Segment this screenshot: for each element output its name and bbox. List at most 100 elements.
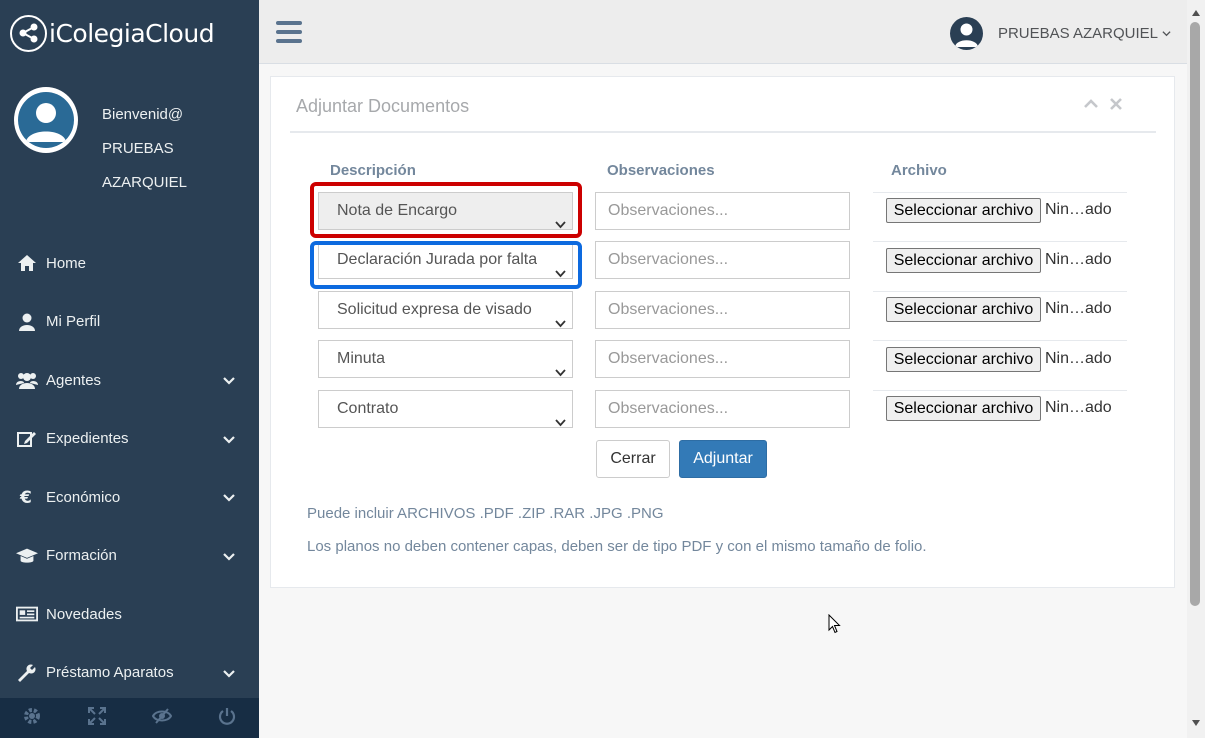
share-icon <box>10 14 47 52</box>
scroll-up-icon[interactable] <box>1191 4 1201 22</box>
sidebar-item-novedades[interactable]: Novedades <box>0 585 259 644</box>
graduation-cap-icon <box>16 546 38 566</box>
sidebar-item-economico[interactable]: € Económico <box>0 468 259 527</box>
sidebar-item-label: Home <box>46 254 87 272</box>
chevron-down-icon <box>223 491 235 509</box>
settings-button[interactable] <box>0 698 65 738</box>
select-file-button[interactable]: Seleccionar archivo <box>886 347 1041 372</box>
lock-screen-button[interactable] <box>130 698 195 738</box>
chevron-down-icon <box>223 667 235 685</box>
sidebar: iColegiaCloud Bienvenid@ PRUEBAS AZARQUI… <box>0 0 259 738</box>
scroll-thumb[interactable] <box>1190 22 1200 606</box>
observaciones-input[interactable]: Observaciones... <box>595 291 850 329</box>
side-menu: Home Mi Perfil Agentes Expedientes € Eco… <box>0 234 259 702</box>
chevron-down-icon <box>555 306 566 328</box>
fullscreen-icon <box>88 706 107 730</box>
chevron-down-icon <box>1162 29 1171 38</box>
sidebar-item-label: Económico <box>46 488 121 506</box>
divider <box>873 192 1127 193</box>
chevron-down-icon <box>555 355 566 377</box>
brand-name: iColegiaCloud <box>49 18 215 48</box>
sidebar-item-label: Préstamo Aparatos <box>46 664 174 682</box>
sidebar-item-label: Formación <box>46 547 117 565</box>
chevron-down-icon <box>223 550 235 568</box>
file-status: Nin…ado <box>1045 300 1112 317</box>
select-file-button[interactable]: Seleccionar archivo <box>886 396 1041 421</box>
fullscreen-button[interactable] <box>65 698 130 738</box>
description-select[interactable]: Minuta <box>318 340 573 378</box>
file-status: Nin…ado <box>1045 201 1112 218</box>
sidebar-item-home[interactable]: Home <box>0 234 259 293</box>
sidebar-footer <box>0 698 259 738</box>
sidebar-item-label: Expedientes <box>46 430 129 448</box>
users-icon <box>16 370 38 390</box>
close-button[interactable]: Cerrar <box>596 440 670 478</box>
select-file-button[interactable]: Seleccionar archivo <box>886 198 1041 223</box>
sidebar-item-prestamo-aparatos[interactable]: Préstamo Aparatos <box>0 644 259 703</box>
logout-button[interactable] <box>194 698 259 738</box>
divider <box>290 131 1156 133</box>
profile-text: Bienvenid@ PRUEBAS AZARQUIEL <box>102 98 187 200</box>
profile-avatar <box>14 87 78 153</box>
euro-icon: € <box>16 487 38 507</box>
collapse-icon[interactable] <box>1084 98 1098 110</box>
panel-tools <box>1084 98 1122 110</box>
svg-text:€: € <box>19 488 32 506</box>
attach-button[interactable]: Adjuntar <box>679 440 767 478</box>
file-status: Nin…ado <box>1045 251 1112 268</box>
file-status: Nin…ado <box>1045 350 1112 367</box>
column-header-archivo: Archivo <box>891 162 947 179</box>
divider <box>873 291 1127 292</box>
sidebar-item-formacion[interactable]: Formación <box>0 527 259 586</box>
divider <box>873 340 1127 341</box>
chevron-down-icon <box>223 433 235 451</box>
top-nav: PRUEBAS AZARQUIEL <box>259 0 1187 64</box>
highlight-box-blue <box>310 241 582 289</box>
sidebar-item-label: Agentes <box>46 371 102 389</box>
divider <box>873 241 1127 242</box>
file-status: Nin…ado <box>1045 399 1112 416</box>
user-menu[interactable]: PRUEBAS AZARQUIEL <box>949 17 1171 50</box>
chevron-down-icon <box>223 374 235 392</box>
mouse-cursor-icon <box>828 613 841 639</box>
user-name: PRUEBAS AZARQUIEL <box>997 25 1158 42</box>
sidebar-item-agentes[interactable]: Agentes <box>0 351 259 410</box>
user-line-2: AZARQUIEL <box>102 174 188 191</box>
plans-note: Los planos no deben contener capas, debe… <box>307 538 927 555</box>
menu-toggle-icon[interactable] <box>276 21 302 43</box>
select-value: Contrato <box>337 400 399 417</box>
user-icon <box>16 312 38 332</box>
close-icon[interactable] <box>1110 98 1122 110</box>
sidebar-item-mi-perfil[interactable]: Mi Perfil <box>0 293 259 352</box>
brand[interactable]: iColegiaCloud <box>10 14 215 52</box>
sidebar-item-expedientes[interactable]: Expedientes <box>0 410 259 469</box>
home-icon <box>16 253 38 273</box>
column-header-observaciones: Observaciones <box>607 162 715 179</box>
allowed-files-note: Puede incluir ARCHIVOS .PDF .ZIP .RAR .J… <box>307 505 664 522</box>
settings-icon <box>23 707 41 730</box>
scroll-down-icon[interactable] <box>1191 714 1201 732</box>
observaciones-input[interactable]: Observaciones... <box>595 241 850 279</box>
observaciones-input[interactable]: Observaciones... <box>595 340 850 378</box>
observaciones-input[interactable]: Observaciones... <box>595 192 850 230</box>
user-line-1: PRUEBAS <box>102 140 174 157</box>
column-header-descripcion: Descripción <box>330 162 416 179</box>
vertical-scrollbar[interactable] <box>1187 0 1205 738</box>
panel-title: Adjuntar Documentos <box>296 96 470 116</box>
user-avatar <box>949 17 983 50</box>
select-value: Solicitud expresa de visado parcial <box>337 301 537 318</box>
attach-documents-panel: Adjuntar Documentos Descripción Observac… <box>270 76 1175 588</box>
sidebar-item-label: Novedades <box>46 605 122 623</box>
select-file-button[interactable]: Seleccionar archivo <box>886 297 1041 322</box>
edit-icon <box>16 429 38 449</box>
description-select[interactable]: Contrato <box>318 390 573 428</box>
observaciones-input[interactable]: Observaciones... <box>595 390 850 428</box>
highlight-box-red <box>310 182 582 238</box>
greeting: Bienvenid@ <box>102 106 184 123</box>
select-value: Minuta <box>337 350 386 367</box>
description-select[interactable]: Solicitud expresa de visado parcial <box>318 291 573 329</box>
eye-slash-icon <box>151 707 172 730</box>
divider <box>873 390 1127 391</box>
power-icon <box>218 707 236 730</box>
select-file-button[interactable]: Seleccionar archivo <box>886 248 1041 273</box>
